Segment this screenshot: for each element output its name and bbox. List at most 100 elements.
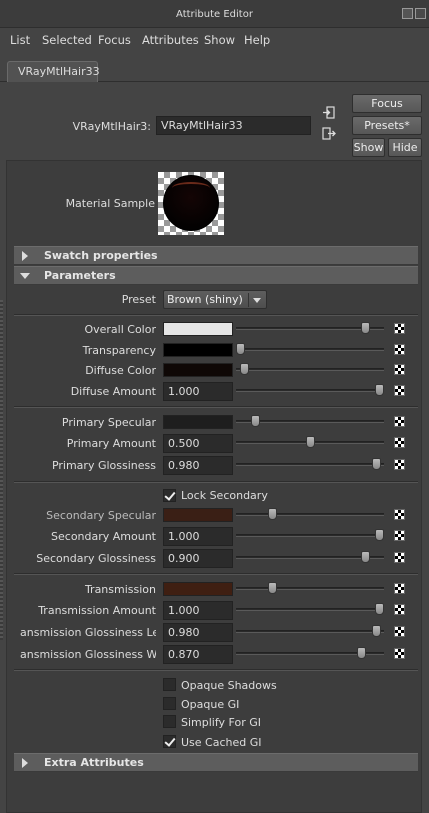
hide-button[interactable]: Hide bbox=[388, 138, 422, 157]
use-cached-gi-checkbox[interactable] bbox=[163, 735, 176, 748]
transmission-gloss-width-field[interactable]: 0.870 bbox=[163, 645, 233, 664]
transparency-label: Transparency bbox=[82, 344, 156, 357]
transmission-gloss-length-handle[interactable] bbox=[372, 625, 382, 637]
expand-arrow-icon bbox=[22, 251, 28, 261]
section-extra-attributes[interactable]: Extra Attributes bbox=[14, 753, 418, 772]
transmission-gloss-length-field[interactable]: 0.980 bbox=[163, 623, 233, 642]
input-connection-icon[interactable] bbox=[322, 106, 335, 119]
transmission-label: Transmission bbox=[84, 583, 156, 596]
transmission-slider[interactable] bbox=[236, 587, 384, 590]
transmission-amount-map-icon[interactable] bbox=[394, 604, 405, 615]
diffuse-color-map-icon[interactable] bbox=[394, 364, 405, 375]
title-bar: Attribute Editor bbox=[0, 0, 429, 28]
opaque-shadows-label: Opaque Shadows bbox=[181, 679, 277, 692]
primary-specular-handle[interactable] bbox=[251, 415, 261, 427]
material-sphere bbox=[163, 175, 219, 231]
overall-color-swatch[interactable] bbox=[163, 322, 233, 336]
diffuse-amount-map-icon[interactable] bbox=[394, 385, 405, 396]
transmission-gloss-length-label: ansmission Glossiness Length bbox=[20, 626, 156, 639]
float-icon[interactable] bbox=[402, 8, 413, 19]
material-sample-label: Material Sample bbox=[65, 197, 155, 210]
transmission-amount-label: Transmission Amount bbox=[38, 604, 156, 617]
transparency-swatch[interactable] bbox=[163, 343, 233, 357]
primary-glossiness-map-icon[interactable] bbox=[394, 459, 405, 470]
menu-show[interactable]: Show bbox=[204, 33, 235, 47]
diffuse-color-slider[interactable] bbox=[236, 368, 384, 371]
menu-help[interactable]: Help bbox=[244, 33, 270, 47]
secondary-amount-map-icon[interactable] bbox=[394, 530, 405, 541]
secondary-specular-map-icon[interactable] bbox=[394, 509, 405, 520]
presets-button[interactable]: Presets* bbox=[352, 116, 422, 135]
transparency-slider[interactable] bbox=[236, 348, 384, 351]
diffuse-color-handle[interactable] bbox=[240, 363, 250, 375]
transparency-map-icon[interactable] bbox=[394, 344, 405, 355]
diffuse-color-label: Diffuse Color bbox=[85, 364, 156, 377]
primary-amount-map-icon[interactable] bbox=[394, 437, 405, 448]
transmission-gloss-length-map-icon[interactable] bbox=[394, 626, 405, 637]
primary-amount-label: Primary Amount bbox=[66, 437, 156, 450]
tab-node[interactable]: VRayMtlHair33 bbox=[7, 61, 100, 82]
menu-focus[interactable]: Focus bbox=[98, 33, 131, 47]
diffuse-color-swatch[interactable] bbox=[163, 363, 233, 377]
diffuse-amount-label: Diffuse Amount bbox=[70, 385, 156, 398]
section-parameters[interactable]: Parameters bbox=[14, 266, 418, 285]
focus-button[interactable]: Focus bbox=[352, 94, 422, 113]
preset-value: Brown (shiny) bbox=[167, 293, 243, 306]
transmission-amount-slider[interactable] bbox=[236, 608, 384, 611]
transparency-handle[interactable] bbox=[236, 343, 245, 355]
lock-secondary-checkbox[interactable] bbox=[163, 489, 176, 502]
transmission-swatch[interactable] bbox=[163, 582, 233, 596]
menu-attributes[interactable]: Attributes bbox=[142, 33, 199, 47]
node-name-field[interactable]: VRayMtlHair33 bbox=[156, 116, 311, 135]
preset-dropdown[interactable]: Brown (shiny) bbox=[163, 290, 267, 309]
secondary-amount-label: Secondary Amount bbox=[51, 530, 156, 543]
transmission-map-icon[interactable] bbox=[394, 583, 405, 594]
secondary-amount-field[interactable]: 1.000 bbox=[163, 527, 233, 546]
primary-amount-handle[interactable] bbox=[305, 436, 315, 448]
transmission-gloss-width-handle[interactable] bbox=[356, 647, 366, 659]
secondary-amount-handle[interactable] bbox=[375, 529, 384, 541]
section-title: Swatch properties bbox=[44, 249, 158, 262]
secondary-glossiness-map-icon[interactable] bbox=[394, 552, 405, 563]
secondary-specular-swatch[interactable] bbox=[163, 508, 233, 522]
panel-resize-handle[interactable] bbox=[0, 300, 3, 640]
primary-specular-swatch[interactable] bbox=[163, 415, 233, 429]
menu-list[interactable]: List bbox=[10, 33, 30, 47]
preset-label: Preset bbox=[121, 293, 156, 306]
transmission-handle[interactable] bbox=[267, 582, 277, 594]
diffuse-amount-field[interactable]: 1.000 bbox=[163, 382, 233, 401]
show-button[interactable]: Show bbox=[352, 138, 385, 157]
transmission-gloss-width-label: ansmission Glossiness Width bbox=[20, 648, 156, 661]
overall-color-map-icon[interactable] bbox=[394, 323, 405, 334]
primary-specular-map-icon[interactable] bbox=[394, 416, 405, 427]
simplify-for-gi-checkbox[interactable] bbox=[163, 715, 176, 728]
secondary-amount-slider[interactable] bbox=[236, 534, 384, 537]
secondary-glossiness-label: Secondary Glossiness bbox=[36, 552, 156, 565]
transmission-gloss-width-map-icon[interactable] bbox=[394, 648, 405, 659]
material-sample-swatch[interactable] bbox=[158, 172, 224, 235]
simplify-for-gi-label: Simplify For GI bbox=[181, 716, 261, 729]
chevron-down-icon bbox=[253, 298, 261, 303]
primary-specular-label: Primary Specular bbox=[61, 416, 156, 429]
menu-selected[interactable]: Selected bbox=[42, 33, 92, 47]
primary-glossiness-field[interactable]: 0.980 bbox=[163, 456, 233, 475]
close-icon[interactable] bbox=[415, 8, 426, 19]
secondary-specular-slider[interactable] bbox=[236, 513, 384, 516]
primary-glossiness-slider[interactable] bbox=[236, 463, 384, 466]
transmission-amount-field[interactable]: 1.000 bbox=[163, 601, 233, 620]
secondary-glossiness-field[interactable]: 0.900 bbox=[163, 549, 233, 568]
transmission-amount-handle[interactable] bbox=[375, 603, 384, 615]
primary-amount-field[interactable]: 0.500 bbox=[163, 434, 233, 453]
primary-glossiness-handle[interactable] bbox=[372, 458, 382, 470]
diffuse-amount-slider[interactable] bbox=[236, 389, 384, 392]
section-swatch-properties[interactable]: Swatch properties bbox=[14, 246, 418, 265]
lock-secondary-label: Lock Secondary bbox=[181, 489, 268, 502]
transmission-gloss-length-slider[interactable] bbox=[236, 630, 384, 633]
secondary-specular-handle[interactable] bbox=[267, 508, 277, 520]
output-connection-icon[interactable] bbox=[322, 127, 336, 140]
opaque-gi-checkbox[interactable] bbox=[163, 697, 176, 710]
overall-color-handle[interactable] bbox=[361, 322, 371, 334]
diffuse-amount-handle[interactable] bbox=[375, 384, 384, 396]
opaque-shadows-checkbox[interactable] bbox=[163, 678, 176, 691]
secondary-glossiness-handle[interactable] bbox=[361, 551, 371, 563]
